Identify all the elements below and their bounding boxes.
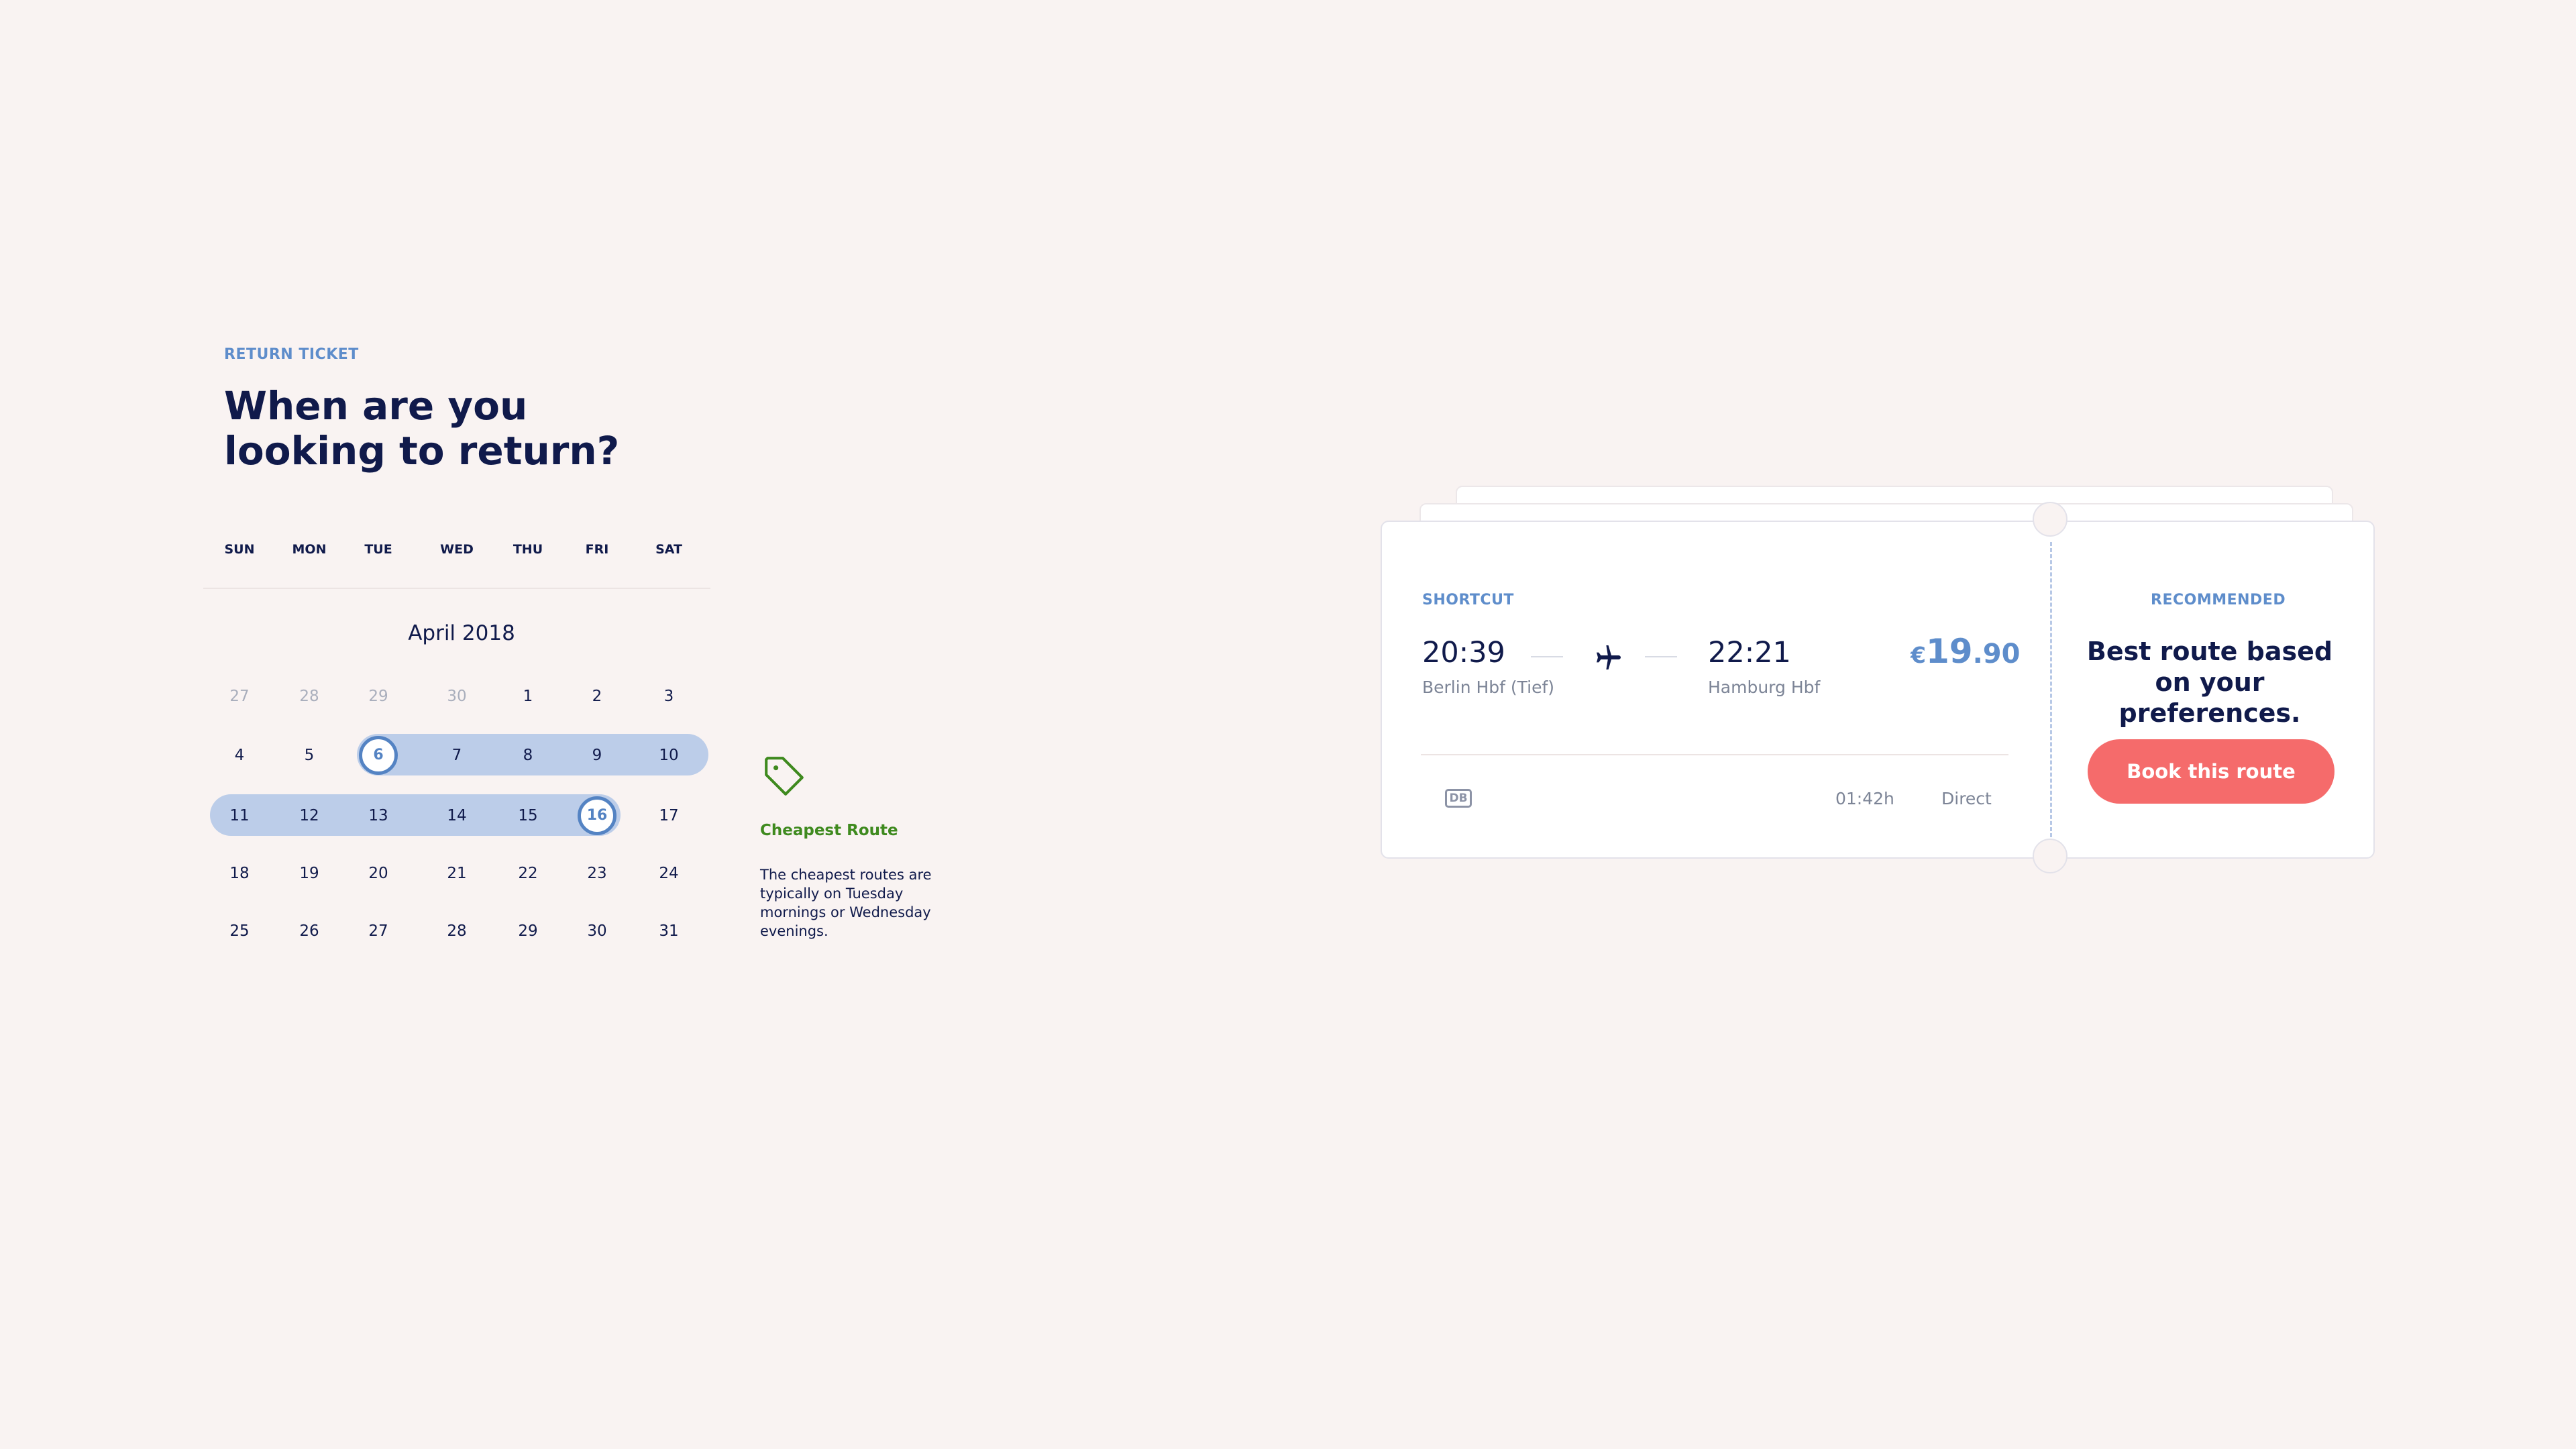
calendar-day[interactable]: 25: [206, 911, 273, 951]
calendar-day[interactable]: 23: [564, 853, 631, 894]
calendar-day[interactable]: 29: [345, 676, 412, 716]
price: €19.90: [1911, 632, 2020, 671]
calendar-day[interactable]: 12: [276, 796, 343, 836]
calendar-day[interactable]: 29: [494, 911, 561, 951]
price-whole: 19: [1925, 632, 1973, 671]
calendar-day[interactable]: 30: [564, 911, 631, 951]
calendar-day[interactable]: 30: [423, 676, 490, 716]
ticket-perforation: [2050, 542, 2052, 837]
route-line-left: [1531, 656, 1563, 657]
arrive-station: Hamburg Hbf: [1708, 678, 1821, 697]
price-cents: .90: [1972, 639, 2021, 669]
calendar-day[interactable]: 17: [635, 796, 702, 836]
ticket-notch-bottom: [2033, 839, 2068, 873]
calendar-day[interactable]: 10: [635, 735, 702, 775]
calendar-day[interactable]: 5: [276, 735, 343, 775]
ticket-divider: [1421, 754, 2008, 755]
db-logo-icon: DB: [1445, 789, 1472, 808]
ticket-card[interactable]: SHORTCUT 20:39 Berlin Hbf (Tief) 22:21 H…: [1381, 521, 2375, 859]
calendar-day[interactable]: 13: [345, 796, 412, 836]
price-tag-icon: [765, 757, 804, 796]
calendar-day[interactable]: 14: [423, 796, 490, 836]
calendar-day[interactable]: 27: [206, 676, 273, 716]
calendar-day[interactable]: 8: [494, 735, 561, 775]
tip-body: The cheapest routes are typically on Tue…: [760, 867, 932, 939]
duration: 01:42h: [1835, 789, 1894, 808]
calendar-day[interactable]: 24: [635, 853, 702, 894]
calendar-day[interactable]: 20: [345, 853, 412, 894]
range-start-day[interactable]: 6: [359, 736, 398, 775]
route-line-right: [1645, 656, 1677, 657]
calendar-day[interactable]: 7: [423, 735, 490, 775]
airplane-icon: [1597, 645, 1621, 669]
calendar-day[interactable]: 19: [276, 853, 343, 894]
depart-station: Berlin Hbf (Tief): [1422, 678, 1555, 697]
calendar-day[interactable]: 28: [276, 676, 343, 716]
calendar-day[interactable]: 26: [276, 911, 343, 951]
arrive-time: 22:21: [1708, 636, 1791, 669]
price-currency: €: [1911, 642, 1926, 668]
stops: Direct: [1941, 789, 1992, 808]
book-route-button[interactable]: Book this route: [2088, 739, 2334, 804]
calendar-grid: 27 28 29 30 1 2 3 4 5 6 7 8 9 10 11 12 13 14 15 16 17 18 19 20 2…: [206, 0, 709, 1006]
calendar-day[interactable]: 9: [564, 735, 631, 775]
calendar-day[interactable]: 11: [206, 796, 273, 836]
calendar-day[interactable]: 2: [564, 676, 631, 716]
calendar-day[interactable]: 18: [206, 853, 273, 894]
calendar-day[interactable]: 15: [494, 796, 561, 836]
recommended-eyebrow: RECOMMENDED: [2151, 592, 2286, 608]
calendar-day[interactable]: 21: [423, 853, 490, 894]
range-end-day[interactable]: 16: [578, 796, 616, 835]
calendar-day[interactable]: 4: [206, 735, 273, 775]
calendar-day[interactable]: 28: [423, 911, 490, 951]
depart-time: 20:39: [1422, 636, 1505, 669]
calendar-day[interactable]: 22: [494, 853, 561, 894]
tip-title: Cheapest Route: [760, 822, 898, 839]
calendar-day[interactable]: 3: [635, 676, 702, 716]
recommended-title: Best route based on your preferences.: [2086, 637, 2333, 728]
ticket-notch-top: [2033, 502, 2068, 537]
calendar-day[interactable]: 27: [345, 911, 412, 951]
calendar-day[interactable]: 31: [635, 911, 702, 951]
calendar-day[interactable]: 1: [494, 676, 561, 716]
ticket-eyebrow: SHORTCUT: [1422, 592, 1514, 608]
